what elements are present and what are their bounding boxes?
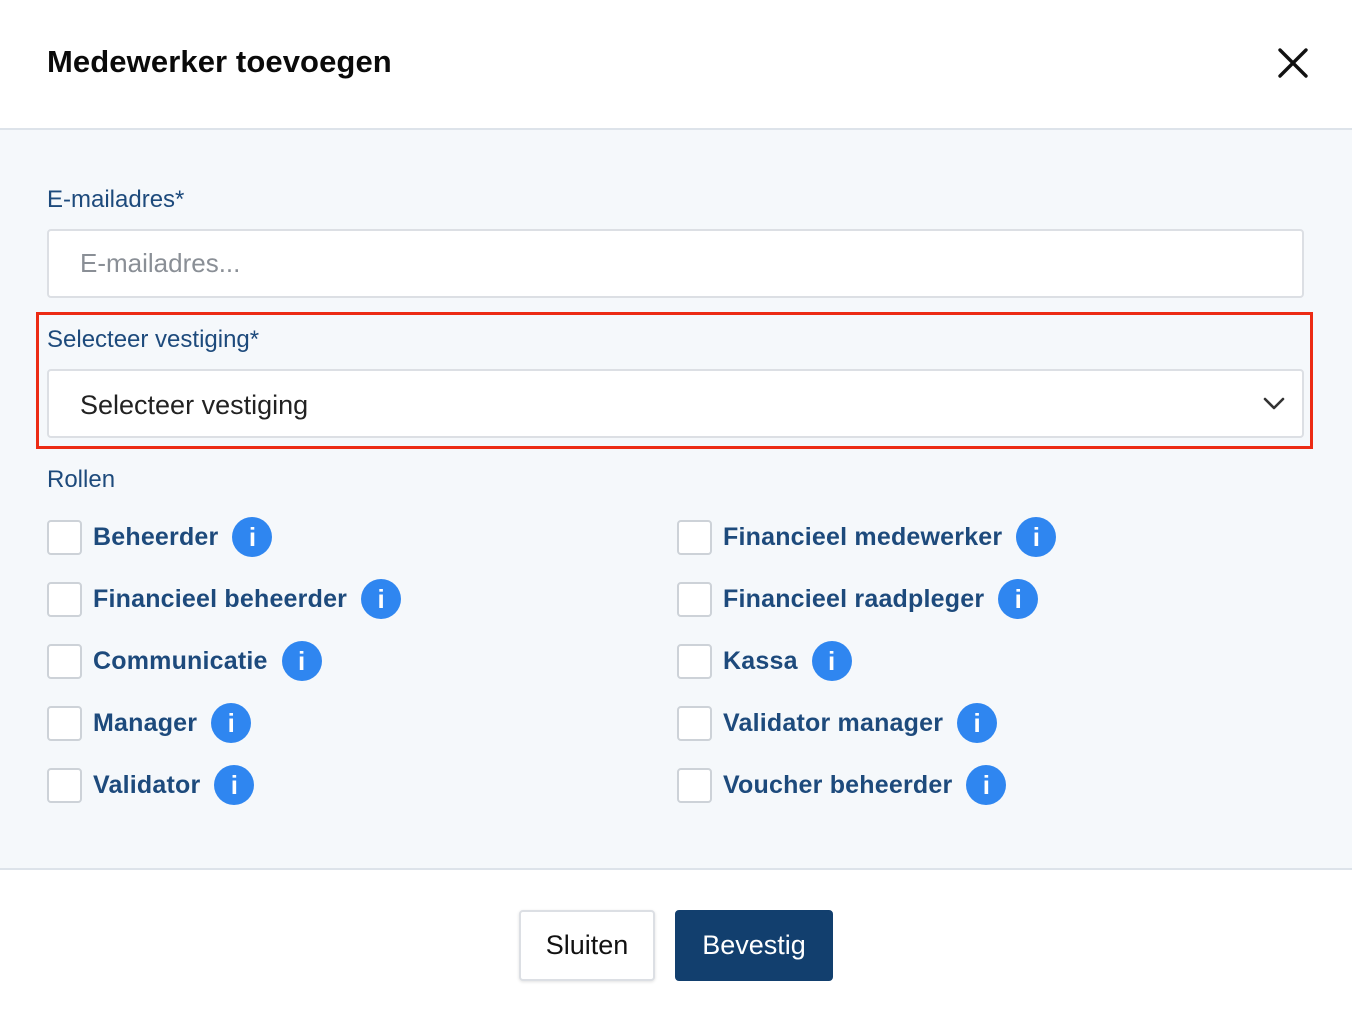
email-input[interactable]: [47, 229, 1304, 298]
role-label[interactable]: Kassa: [723, 647, 798, 676]
role-item: Manager i: [47, 703, 252, 743]
role-checkbox[interactable]: [47, 705, 82, 741]
role-item: Validator manager i: [677, 703, 998, 743]
role-checkbox[interactable]: [677, 519, 712, 555]
info-icon[interactable]: i: [998, 579, 1039, 619]
role-label[interactable]: Beheerder: [93, 523, 218, 552]
close-icon[interactable]: [1272, 42, 1314, 84]
role-label[interactable]: Validator manager: [723, 709, 943, 738]
role-item: Financieel beheerder i: [47, 579, 402, 619]
info-icon[interactable]: i: [811, 641, 852, 681]
confirm-button[interactable]: Bevestig: [675, 910, 833, 981]
role-label[interactable]: Financieel raadpleger: [723, 585, 984, 614]
role-checkbox[interactable]: [677, 643, 712, 679]
role-checkbox[interactable]: [677, 705, 712, 741]
chevron-down-icon: [1263, 397, 1285, 411]
role-checkbox[interactable]: [47, 643, 82, 679]
role-label[interactable]: Financieel beheerder: [93, 585, 347, 614]
info-icon[interactable]: i: [211, 703, 252, 743]
role-label[interactable]: Financieel medewerker: [723, 523, 1002, 552]
roles-label: Rollen: [47, 466, 116, 493]
role-item: Validator i: [47, 765, 255, 805]
role-item: Communicatie i: [47, 641, 322, 681]
dialog-title: Medewerker toevoegen: [47, 44, 392, 79]
dialog-footer: Sluiten Bevestig: [0, 868, 1352, 1018]
role-label[interactable]: Manager: [93, 709, 197, 738]
info-icon[interactable]: i: [966, 765, 1007, 805]
info-icon[interactable]: i: [214, 765, 255, 805]
email-label: E-mailadres*: [47, 186, 185, 213]
info-icon[interactable]: i: [281, 641, 322, 681]
role-checkbox[interactable]: [47, 767, 82, 803]
info-icon[interactable]: i: [361, 579, 402, 619]
role-item: Beheerder i: [47, 517, 273, 557]
role-checkbox[interactable]: [47, 581, 82, 617]
close-button[interactable]: Sluiten: [519, 910, 655, 981]
location-select[interactable]: Selecteer vestiging: [47, 369, 1304, 438]
info-icon[interactable]: i: [1016, 517, 1057, 557]
info-icon[interactable]: i: [957, 703, 998, 743]
role-label[interactable]: Validator: [93, 771, 200, 800]
role-item: Kassa i: [677, 641, 852, 681]
role-checkbox[interactable]: [677, 581, 712, 617]
location-label: Selecteer vestiging*: [47, 326, 260, 353]
info-icon[interactable]: i: [232, 517, 273, 557]
role-checkbox[interactable]: [47, 519, 82, 555]
dialog-body: E-mailadres* Selecteer vestiging* Select…: [0, 130, 1352, 868]
location-select-value: Selecteer vestiging: [80, 390, 309, 420]
role-label[interactable]: Communicatie: [93, 647, 268, 676]
role-item: Voucher beheerder i: [677, 765, 1007, 805]
dialog-header: Medewerker toevoegen: [0, 0, 1352, 130]
role-item: Financieel medewerker i: [677, 517, 1057, 557]
role-checkbox[interactable]: [677, 767, 712, 803]
role-item: Financieel raadpleger i: [677, 579, 1039, 619]
role-label[interactable]: Voucher beheerder: [723, 771, 952, 800]
